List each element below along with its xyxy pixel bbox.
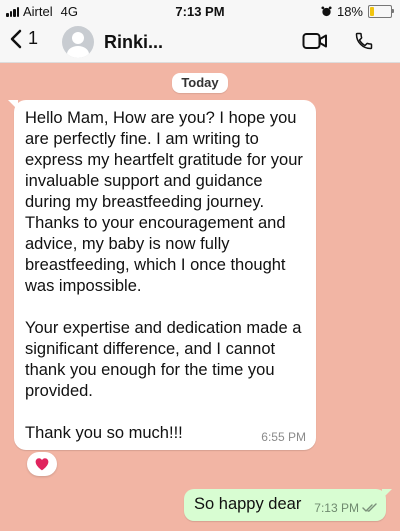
heart-icon <box>35 458 49 471</box>
date-chip: Today <box>172 73 228 93</box>
battery-fill <box>370 7 374 16</box>
status-bar: Airtel 4G 7:13 PM 18% <box>0 0 400 22</box>
unread-count: 1 <box>28 28 39 48</box>
incoming-message[interactable]: Hello Mam, How are you? I hope you are p… <box>8 100 316 450</box>
contact-name[interactable]: Rinki... <box>104 32 163 53</box>
incoming-message-text: Hello Mam, How are you? I hope you are p… <box>25 109 303 442</box>
double-check-icon <box>362 503 377 512</box>
chat-header: 1 Rinki... <box>0 22 400 63</box>
chevron-left-icon <box>10 29 22 48</box>
outgoing-message-time: 7:13 PM <box>314 501 359 515</box>
avatar[interactable] <box>62 26 94 58</box>
status-right: 18% <box>321 4 394 19</box>
back-button[interactable]: 1 <box>10 28 38 49</box>
outgoing-message-meta: 7:13 PM <box>314 501 378 515</box>
outgoing-message[interactable]: So happy dear 7:13 PM <box>184 489 392 521</box>
battery-percent: 18% <box>336 4 363 19</box>
incoming-message-time: 6:55 PM <box>261 430 306 444</box>
phone-icon[interactable] <box>354 31 374 51</box>
heart-reaction[interactable] <box>27 452 57 476</box>
alarm-icon <box>321 6 332 17</box>
video-call-icon[interactable] <box>302 32 328 50</box>
outgoing-message-text: So happy dear <box>194 495 302 513</box>
battery-icon <box>368 5 394 18</box>
